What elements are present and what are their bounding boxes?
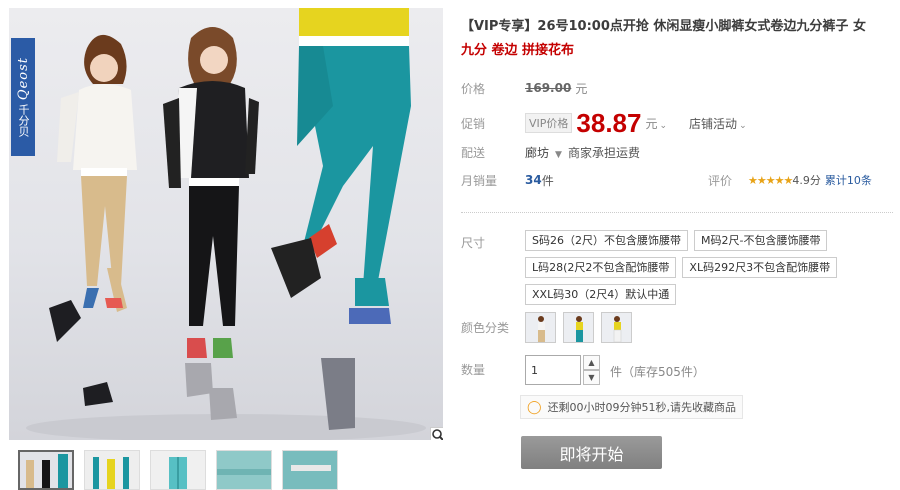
product-title: 【VIP专享】26号10:00点开抢 休闲显瘦小脚裤女式卷边九分裤子 女 九分 …	[461, 15, 893, 63]
quantity-label: 数量	[461, 363, 486, 377]
rating-area: 评价 ★★★★★ 4.9分 累计10条	[708, 170, 872, 190]
brand-logo-chinese: 千分贝	[17, 103, 30, 137]
promo-price: 38.87	[576, 107, 642, 138]
review-count-link[interactable]: 累计10条	[825, 172, 872, 188]
sales-label: 月销量	[461, 173, 498, 188]
magnifier-icon[interactable]	[430, 427, 443, 440]
original-price: 169.00	[525, 81, 572, 95]
quantity-stepper: ▲ ▼	[583, 355, 600, 385]
rating-score: 4.9分	[792, 174, 821, 187]
color-swatches	[525, 312, 632, 343]
thumbnail-5[interactable]	[282, 450, 338, 490]
quantity-selector: 数量 ▲ ▼ 件（库存505件）	[461, 355, 705, 385]
price-row: 价格 169.00 元	[461, 76, 587, 100]
chevron-down-icon: ⌄	[739, 120, 747, 131]
original-price-unit: 元	[575, 81, 588, 96]
product-subtitle: 九分 卷边 拼接花布	[461, 43, 575, 58]
main-product-image[interactable]: Qeost 千分贝	[9, 8, 443, 440]
star-rating-icon: ★★★★★	[748, 173, 793, 187]
shipping-row: 配送 廊坊 ▼ 商家承担运费	[461, 140, 640, 164]
lightbulb-icon: ◯	[527, 399, 542, 415]
store-activity-link[interactable]: 店铺活动 ⌄	[689, 115, 747, 132]
color-label: 颜色分类	[461, 321, 510, 335]
caret-down-icon: ▼	[555, 149, 562, 160]
size-option-l[interactable]: L码28(2尺2不包含配饰腰带	[525, 257, 677, 278]
promo-label: 促销	[461, 116, 486, 131]
thumbnail-4[interactable]	[216, 450, 272, 490]
sales-count: 34	[525, 173, 542, 187]
brand-logo-tag: Qeost 千分贝	[11, 38, 35, 156]
sales-row: 月销量 34 件	[461, 168, 554, 192]
decrease-button[interactable]: ▼	[583, 370, 600, 385]
product-photo-illustration	[26, 8, 426, 440]
coming-soon-button[interactable]: 即将开始	[521, 436, 662, 469]
chevron-down-icon: ⌄	[659, 120, 668, 131]
thumbnail-1[interactable]	[18, 450, 74, 490]
thumbnail-strip	[18, 450, 338, 490]
vip-price-tag: VIP价格	[525, 113, 573, 133]
size-options: S码26（2尺）不包含腰饰腰带 M码2尺-不包含腰饰腰带 L码28(2尺2不包含…	[525, 230, 865, 305]
model-teal	[271, 8, 411, 430]
size-option-xxl[interactable]: XXL码30（2尺4）默认中通	[525, 284, 677, 305]
brand-logo-text: Qeost	[15, 57, 31, 101]
price-label: 价格	[461, 81, 486, 96]
size-option-m[interactable]: M码2尺-不包含腰饰腰带	[693, 230, 828, 251]
increase-button[interactable]: ▲	[583, 355, 600, 370]
promo-row: 促销 VIP价格 38.87 元 ⌄ 店铺活动 ⌄	[461, 108, 747, 138]
color-swatch-khaki[interactable]	[525, 312, 556, 343]
color-swatch-white[interactable]	[601, 312, 632, 343]
product-title-text: 【VIP专享】26号10:00点开抢 休闲显瘦小脚裤女式卷边九分裤子 女	[461, 19, 866, 34]
model-black	[163, 27, 259, 420]
size-option-xl[interactable]: XL码292尺3不包含配饰腰带	[682, 257, 838, 278]
model-khaki	[49, 34, 137, 406]
thumbnail-3[interactable]	[150, 450, 206, 490]
quantity-input[interactable]	[525, 355, 581, 385]
color-swatch-teal[interactable]	[563, 312, 594, 343]
size-selector: 尺寸 S码26（2尺）不包含腰饰腰带 M码2尺-不包含腰饰腰带 L码28(2尺2…	[461, 230, 865, 305]
thumbnail-2[interactable]	[84, 450, 140, 490]
section-divider	[461, 212, 893, 213]
sales-unit: 件	[541, 173, 554, 188]
promo-price-unit[interactable]: 元 ⌄	[645, 115, 667, 132]
size-option-s[interactable]: S码26（2尺）不包含腰饰腰带	[525, 230, 688, 251]
shipping-location-select[interactable]: 廊坊 ▼	[525, 144, 568, 161]
rating-label: 评价	[708, 173, 733, 188]
stock-text: 件（库存505件）	[610, 365, 705, 379]
shipping-label: 配送	[461, 145, 486, 160]
countdown-notice: ◯ 还剩00小时09分钟51秒,请先收藏商品	[520, 395, 744, 419]
size-label: 尺寸	[461, 236, 486, 250]
color-selector: 颜色分类	[461, 312, 632, 343]
freight-text: 商家承担运费	[567, 145, 640, 160]
countdown-text: 还剩00小时09分钟51秒,请先收藏商品	[547, 401, 737, 414]
